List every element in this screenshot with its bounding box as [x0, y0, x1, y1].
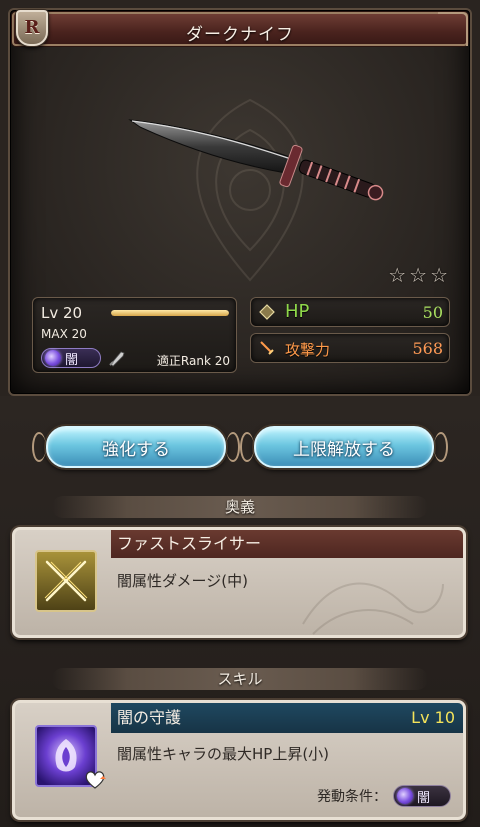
hp-stat-box: HP 50 — [250, 297, 450, 327]
attack-label: 攻撃力 — [285, 341, 331, 359]
rarity-stars: ☆ ☆ ☆ — [388, 263, 448, 287]
button-ornament — [32, 432, 46, 462]
weapon-name: ダークナイフ — [186, 25, 294, 45]
uncap-button-label: 上限解放する — [293, 439, 395, 460]
sword-icon — [260, 341, 274, 355]
ougi-name: ファストスライサー — [111, 530, 463, 558]
crossed-swords-glyph — [44, 560, 88, 602]
max-level-label: MAX 20 — [41, 327, 87, 341]
rarity-letter: R — [24, 17, 40, 38]
lv-text: Lv — [41, 304, 59, 322]
element-label: 闇 — [65, 352, 79, 368]
level-box: Lv 20 MAX 20 闇 適正Rank 20 — [32, 297, 237, 373]
dark-element-icon — [397, 788, 413, 804]
rank-label: 適正Rank 20 — [156, 354, 230, 368]
skill-level: Lv 10 — [411, 708, 455, 727]
skill-section-header: スキル — [52, 668, 428, 690]
dark-knife-image — [128, 119, 384, 201]
ougi-card[interactable]: ファストスライサー 闇属性ダメージ(中) — [12, 527, 466, 638]
diamond-icon — [259, 304, 275, 320]
button-ornament — [240, 432, 254, 462]
crossed-swords-icon — [35, 550, 97, 612]
hp-up-heart-icon — [85, 771, 106, 789]
star-icon: ☆ — [388, 263, 407, 287]
skill-title-bar: 闇の守護 Lv 10 — [111, 703, 463, 733]
rarity-badge: R — [16, 10, 48, 46]
enhance-button[interactable]: 強化する — [32, 426, 240, 468]
attack-stat-box: 攻撃力 568 — [250, 333, 450, 363]
enhance-button-label: 強化する — [102, 439, 170, 460]
condition-element-badge: 闇 — [393, 785, 451, 807]
button-ornament — [434, 432, 448, 462]
ougi-description: 闇属性ダメージ(中) — [117, 572, 248, 590]
button-ornament — [226, 432, 240, 462]
title-bar: ダークナイフ — [12, 12, 468, 46]
star-icon: ☆ — [430, 263, 448, 287]
skill-name: 闇の守護 — [117, 708, 182, 727]
dark-element-icon — [45, 350, 61, 366]
hp-label: HP — [285, 301, 310, 322]
hp-value: 50 — [422, 303, 443, 322]
dagger-type-icon — [109, 351, 125, 367]
condition-element-label: 闇 — [417, 790, 431, 806]
condition-label: 発動条件： — [317, 789, 387, 805]
lv-value: 20 — [63, 304, 83, 322]
card-ornament — [302, 582, 444, 635]
attack-value: 568 — [412, 339, 443, 358]
level-progress-bar — [111, 310, 229, 316]
element-badge: 闇 — [41, 348, 101, 368]
star-icon: ☆ — [409, 263, 428, 287]
corner-ornament — [438, 12, 468, 46]
ougi-section-header: 奥義 — [52, 496, 428, 518]
activation-condition: 発動条件： 闇 — [317, 785, 451, 807]
skill-card[interactable]: 闇の守護 Lv 10 闇属性キャラの最大HP上昇(小) 発動条件： 闇 — [12, 700, 466, 820]
level-progress-fill — [111, 310, 229, 316]
skill-description: 闇属性キャラの最大HP上昇(小) — [117, 745, 330, 763]
weapon-detail-panel: ☆ ☆ ☆ Lv 20 MAX 20 闇 適正Rank 20 HP 50 攻撃力… — [8, 8, 472, 396]
level-label: Lv 20 — [41, 304, 82, 322]
uncap-button[interactable]: 上限解放する — [240, 426, 448, 468]
